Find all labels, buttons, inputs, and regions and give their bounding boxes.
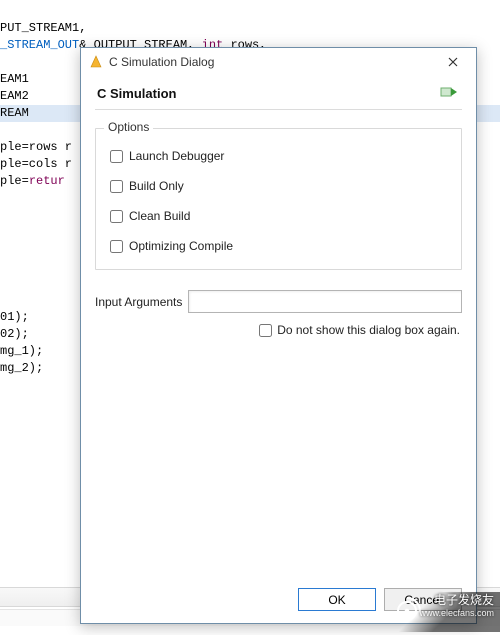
dialog-button-bar: OK Cancel [298, 588, 462, 611]
run-flag-icon [440, 87, 458, 104]
dialog-titlebar: C Simulation Dialog [81, 48, 476, 76]
c-simulation-dialog: C Simulation Dialog C Simulation Options… [80, 47, 477, 624]
checkbox-launch-debugger[interactable] [110, 150, 123, 163]
dont-show-label: Do not show this dialog box again. [277, 323, 460, 337]
option-launch-debugger[interactable]: Launch Debugger [110, 149, 449, 163]
input-arguments-row: Input Arguments [95, 290, 462, 313]
option-build-only[interactable]: Build Only [110, 179, 449, 193]
input-arguments-field[interactable] [188, 290, 462, 313]
close-button[interactable] [436, 51, 470, 73]
cancel-button[interactable]: Cancel [384, 588, 462, 611]
option-label: Optimizing Compile [129, 239, 233, 253]
checkbox-clean-build[interactable] [110, 210, 123, 223]
option-label: Clean Build [129, 209, 190, 223]
checkbox-dont-show[interactable] [259, 324, 272, 337]
option-label: Launch Debugger [129, 149, 224, 163]
separator [95, 109, 462, 110]
app-icon [89, 55, 103, 69]
ok-button[interactable]: OK [298, 588, 376, 611]
checkbox-build-only[interactable] [110, 180, 123, 193]
dialog-title: C Simulation Dialog [109, 55, 436, 69]
options-group: Options Launch Debugger Build Only Clean… [95, 128, 462, 270]
dialog-heading: C Simulation [95, 80, 462, 105]
option-optimizing-compile[interactable]: Optimizing Compile [110, 239, 449, 253]
dont-show-row[interactable]: Do not show this dialog box again. [95, 323, 460, 337]
option-clean-build[interactable]: Clean Build [110, 209, 449, 223]
options-legend: Options [104, 120, 153, 134]
option-label: Build Only [129, 179, 184, 193]
close-icon [448, 57, 458, 67]
checkbox-optimizing-compile[interactable] [110, 240, 123, 253]
input-arguments-label: Input Arguments [95, 295, 182, 309]
